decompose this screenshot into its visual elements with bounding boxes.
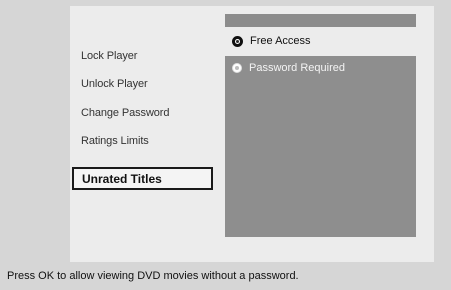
status-message: Press OK to allow viewing DVD movies wit… [7, 270, 299, 282]
option-password-required[interactable]: Password Required [232, 62, 345, 74]
menu-item-lock-player[interactable]: Lock Player [81, 50, 137, 62]
radio-unselected-icon[interactable] [232, 63, 242, 73]
option-label: Password Required [249, 62, 345, 74]
radio-selected-icon[interactable] [232, 35, 243, 47]
menu-item-ratings-limits[interactable]: Ratings Limits [81, 135, 149, 147]
menu-item-label: Unrated Titles [82, 171, 162, 186]
option-free-access[interactable]: Free Access [232, 35, 311, 47]
menu-item-unlock-player[interactable]: Unlock Player [81, 78, 148, 90]
options-header-bar [225, 14, 416, 27]
options-box [225, 56, 416, 237]
option-label: Free Access [250, 35, 311, 47]
dvd-setup-screen: Lock Player Unlock Player Change Passwor… [0, 0, 451, 290]
menu-item-unrated-titles[interactable]: Unrated Titles [72, 167, 213, 190]
menu-item-change-password[interactable]: Change Password [81, 107, 169, 119]
